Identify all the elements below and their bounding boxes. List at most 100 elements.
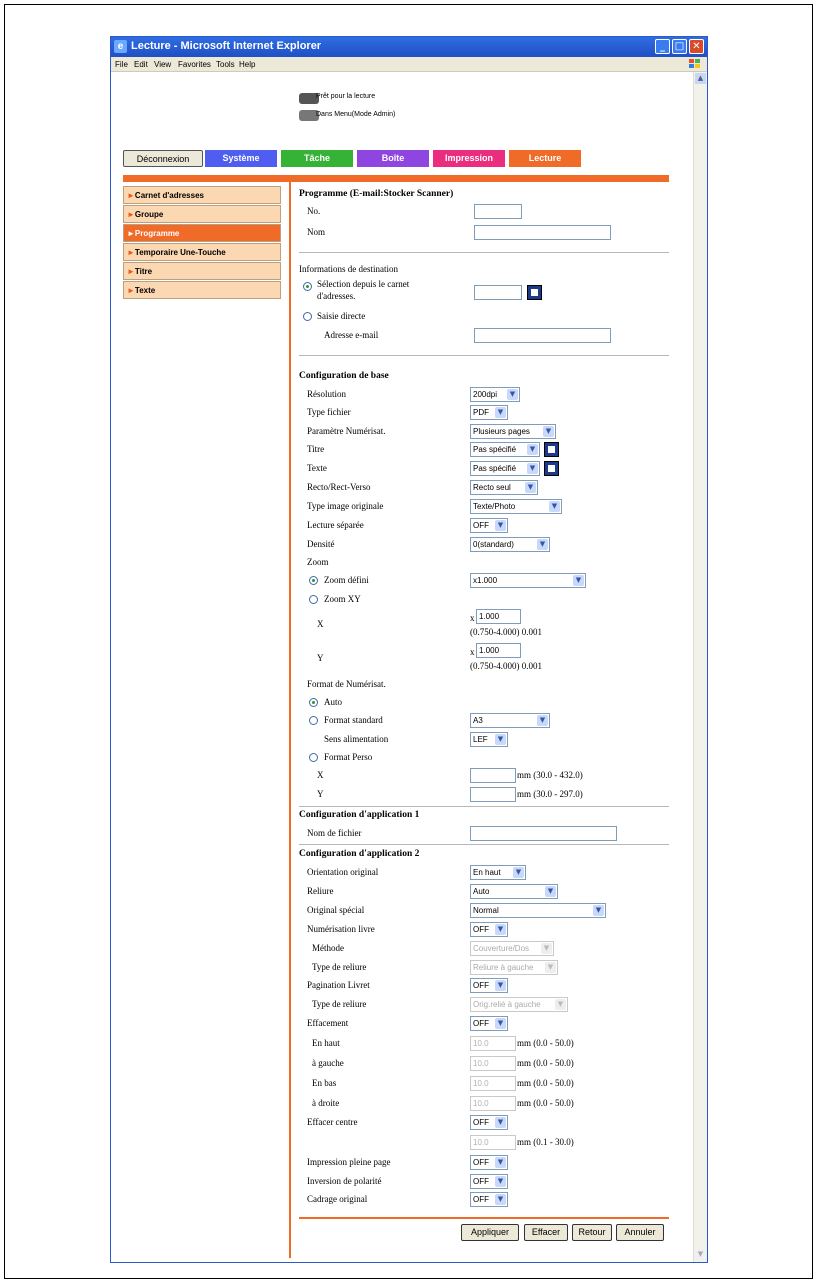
tab-tache[interactable]: Tâche: [281, 150, 353, 167]
resolution-select[interactable]: 200dpi ▼: [470, 387, 520, 402]
format-label: Format de Numérisat.: [307, 679, 386, 689]
density-select[interactable]: 0(standard) ▼: [470, 537, 550, 552]
right-input[interactable]: 10.0: [470, 1096, 516, 1111]
bindtype2-label: Type de reliure: [312, 999, 367, 1009]
maximize-icon[interactable]: □: [672, 39, 687, 54]
sidebar-item-texte[interactable]: ►Texte: [123, 281, 281, 299]
filetype-select[interactable]: PDF ▼: [470, 405, 508, 420]
cancel-button[interactable]: Annuler: [616, 1224, 664, 1241]
duplex-select[interactable]: Recto seul ▼: [470, 480, 538, 495]
title-list-icon[interactable]: [544, 442, 559, 457]
logout-button[interactable]: Déconnexion: [123, 150, 203, 167]
sidebar-item-groupe[interactable]: ►Groupe: [123, 205, 281, 223]
clear-button[interactable]: Effacer: [524, 1224, 568, 1241]
email-input[interactable]: [474, 328, 611, 343]
chevron-down-icon: ▼: [527, 463, 538, 474]
menu-file[interactable]: File: [115, 60, 128, 69]
scroll-up-icon[interactable]: ▲: [695, 73, 706, 84]
zoom-select[interactable]: x1.000 ▼: [470, 573, 586, 588]
menu-help[interactable]: Help: [239, 60, 255, 69]
bookscan-select[interactable]: OFF ▼: [470, 922, 508, 937]
bindtype-label: Type de reliure: [312, 962, 367, 972]
radio-custom[interactable]: [309, 753, 318, 762]
scanparam-select[interactable]: Plusieurs pages ▼: [470, 424, 556, 439]
orientation-select[interactable]: En haut ▼: [470, 865, 526, 880]
erase-select[interactable]: OFF ▼: [470, 1016, 508, 1031]
feed-select[interactable]: LEF ▼: [470, 732, 508, 747]
no-label: No.: [307, 206, 321, 216]
zoom-y-range: (0.750-4.000) 0.001: [470, 661, 542, 671]
text-list-icon[interactable]: [544, 461, 559, 476]
tab-systeme[interactable]: Système: [205, 150, 277, 167]
status-ready: Prêt pour la lecture: [316, 93, 376, 100]
bindtype2-select[interactable]: Orig.relié à gauche ▼: [470, 997, 568, 1012]
browser-window: e Lecture - Microsoft Internet Explorer …: [110, 36, 708, 1263]
booklet-select[interactable]: OFF ▼: [470, 978, 508, 993]
menu-tools[interactable]: Tools: [216, 60, 235, 69]
menu-favorites[interactable]: Favorites: [178, 60, 211, 69]
tab-impression[interactable]: Impression: [433, 150, 505, 167]
back-button[interactable]: Retour: [572, 1224, 612, 1241]
status-admin: Dans Menu(Mode Admin): [316, 111, 396, 118]
tab-lecture[interactable]: Lecture: [509, 150, 581, 167]
top-label: En haut: [312, 1038, 340, 1048]
radio-auto[interactable]: [309, 698, 318, 707]
auto-label: Auto: [324, 697, 342, 707]
vertical-scrollbar[interactable]: ▲ ▼: [693, 72, 707, 1262]
center-input[interactable]: 10.0: [470, 1135, 516, 1150]
radio-zoom-defined[interactable]: [309, 576, 318, 585]
sidebar-item-titre[interactable]: ►Titre: [123, 262, 281, 280]
left-range: mm (0.0 - 50.0): [517, 1058, 574, 1068]
title-select[interactable]: Pas spécifié ▼: [470, 442, 540, 457]
custom-x-input[interactable]: [470, 768, 516, 783]
filename-input[interactable]: [470, 826, 617, 841]
custom-y-input[interactable]: [470, 787, 516, 802]
standard-select[interactable]: A3 ▼: [470, 713, 550, 728]
apply-button[interactable]: Appliquer: [461, 1224, 519, 1241]
method-label: Méthode: [312, 943, 344, 953]
framing-select[interactable]: OFF ▼: [470, 1192, 508, 1207]
tab-underline: [123, 175, 669, 182]
custom-label: Format Perso: [324, 752, 373, 762]
imagetype-select[interactable]: Texte/Photo ▼: [470, 499, 562, 514]
custom-x-label: X: [317, 770, 324, 780]
chevron-down-icon: ▼: [545, 886, 556, 897]
method-select[interactable]: Couverture/Dos ▼: [470, 941, 554, 956]
chevron-down-icon: ▼: [573, 575, 584, 586]
text-label: Texte: [307, 463, 327, 473]
special-select[interactable]: Normal ▼: [470, 903, 606, 918]
sidebar-item-temporaire[interactable]: ►Temporaire Une-Touche: [123, 243, 281, 261]
menu-edit[interactable]: Edit: [134, 60, 148, 69]
top-input[interactable]: 10.0: [470, 1036, 516, 1051]
text-select[interactable]: Pas spécifié ▼: [470, 461, 540, 476]
fullpage-select[interactable]: OFF ▼: [470, 1155, 508, 1170]
orientation-label: Orientation original: [307, 867, 379, 877]
radio-from-book[interactable]: [303, 282, 312, 291]
minimize-icon[interactable]: _: [655, 39, 670, 54]
radio-zoom-xy[interactable]: [309, 595, 318, 604]
sidebar: ►Carnet d'adresses ►Groupe ►Programme ►T…: [123, 186, 281, 300]
close-icon[interactable]: ✕: [689, 39, 704, 54]
center-select[interactable]: OFF ▼: [470, 1115, 508, 1130]
bindtype-select[interactable]: Reliure à gauche ▼: [470, 960, 558, 975]
radio-standard[interactable]: [309, 716, 318, 725]
tab-boite[interactable]: Boîte: [357, 150, 429, 167]
bottom-input[interactable]: 10.0: [470, 1076, 516, 1091]
framing-label: Cadrage original: [307, 1194, 368, 1204]
binding-label: Reliure: [307, 886, 334, 896]
separate-select[interactable]: OFF ▼: [470, 518, 508, 533]
chevron-down-icon: ▼: [495, 734, 506, 745]
left-input[interactable]: 10.0: [470, 1056, 516, 1071]
polarity-select[interactable]: OFF ▼: [470, 1174, 508, 1189]
no-input[interactable]: [474, 204, 522, 219]
chevron-down-icon: ▼: [495, 1194, 506, 1205]
sidebar-item-carnet[interactable]: ►Carnet d'adresses: [123, 186, 281, 204]
radio-direct[interactable]: [303, 312, 312, 321]
binding-select[interactable]: Auto ▼: [470, 884, 558, 899]
chevron-down-icon: ▼: [549, 501, 560, 512]
name-input[interactable]: [474, 225, 611, 240]
menu-view[interactable]: View: [154, 60, 171, 69]
sidebar-item-programme[interactable]: ►Programme: [123, 224, 281, 242]
scroll-down-icon[interactable]: ▼: [695, 1249, 706, 1260]
chevron-down-icon: ▼: [507, 389, 518, 400]
